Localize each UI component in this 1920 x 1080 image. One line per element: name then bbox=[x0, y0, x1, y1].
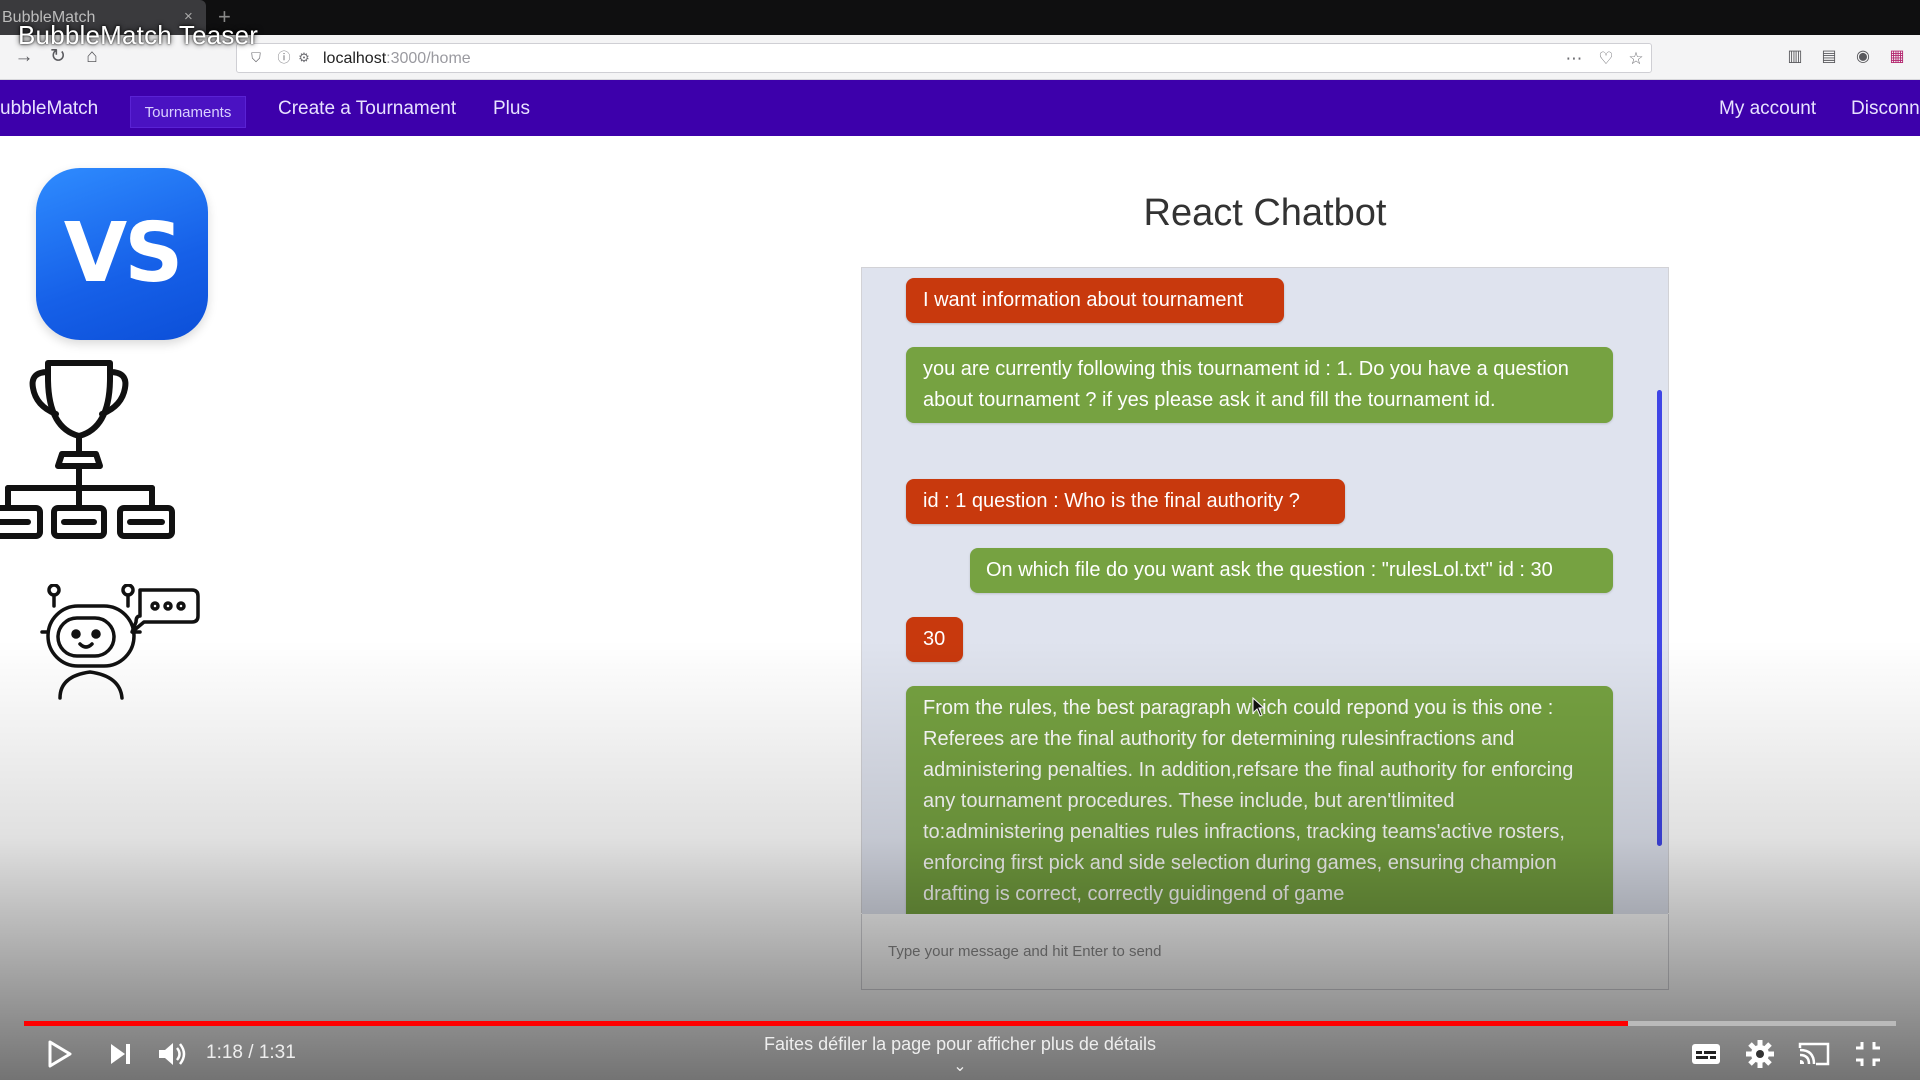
gear-icon[interactable] bbox=[1742, 1036, 1778, 1072]
chat-message-user: 30 bbox=[906, 617, 963, 662]
container-icon[interactable]: ▦ bbox=[1886, 46, 1908, 68]
chat-message-list[interactable]: I want information about tournament you … bbox=[862, 268, 1668, 914]
chatbot-icon bbox=[40, 584, 200, 700]
trophy-bracket-icon bbox=[0, 360, 175, 539]
exit-fullscreen-icon[interactable] bbox=[1850, 1036, 1886, 1072]
url-path: :3000/home bbox=[386, 50, 471, 67]
browser-toolbar: → ↻ ⌂ ⛉ ⓘ ⚙ localhost:3000/home ⋯ ♡ ☆ ▥ … bbox=[0, 35, 1920, 80]
sidebar-icon[interactable]: ▤ bbox=[1818, 46, 1840, 68]
url-text[interactable]: localhost:3000/home bbox=[323, 50, 471, 68]
play-icon[interactable] bbox=[40, 1036, 76, 1072]
more-icon[interactable]: ⋯ bbox=[1563, 48, 1585, 70]
mouse-cursor-icon bbox=[1252, 697, 1266, 717]
video-progress-bar[interactable] bbox=[24, 1021, 1896, 1026]
video-time: 1:18 / 1:31 bbox=[206, 1042, 296, 1063]
brand-link[interactable]: ubbleMatch bbox=[0, 98, 98, 120]
video-progress-fill bbox=[24, 1021, 1629, 1026]
pocket-icon[interactable]: ♡ bbox=[1595, 48, 1617, 70]
account-icon[interactable]: ◉ bbox=[1852, 46, 1874, 68]
scroll-hint: Faites défiler la page pour afficher plu… bbox=[764, 1034, 1156, 1054]
chatbot-title: React Chatbot bbox=[1143, 192, 1387, 234]
permissions-icon[interactable]: ⚙ bbox=[295, 49, 313, 67]
chevron-down-icon[interactable]: ⌄ bbox=[948, 1056, 972, 1076]
chat-message-bot: From the rules, the best paragraph which… bbox=[906, 686, 1613, 914]
nav-plus[interactable]: Plus bbox=[493, 98, 530, 120]
url-bar[interactable]: ⛉ ⓘ ⚙ localhost:3000/home ⋯ ♡ ☆ bbox=[236, 43, 1652, 73]
video-title[interactable]: BubbleMatch Teaser bbox=[18, 20, 258, 51]
chat-panel: I want information about tournament you … bbox=[861, 267, 1669, 914]
cast-icon[interactable] bbox=[1796, 1036, 1832, 1072]
vs-badge: VS bbox=[36, 168, 208, 340]
chat-message-input[interactable] bbox=[861, 914, 1669, 990]
next-icon[interactable] bbox=[102, 1036, 138, 1072]
nav-disconnect[interactable]: Disconn bbox=[1851, 98, 1920, 120]
nav-create-tournament[interactable]: Create a Tournament bbox=[278, 98, 456, 120]
info-icon[interactable]: ⓘ bbox=[275, 49, 293, 67]
url-host: localhost bbox=[323, 50, 387, 67]
star-icon[interactable]: ☆ bbox=[1625, 48, 1647, 70]
browser-tabstrip: BubbleMatch × + bbox=[0, 0, 1920, 35]
chat-message-user: id : 1 question : Who is the final autho… bbox=[906, 479, 1345, 524]
library-icon[interactable]: ▥ bbox=[1784, 46, 1806, 68]
shield-icon[interactable]: ⛉ bbox=[247, 49, 265, 67]
chat-message-bot: On which file do you want ask the questi… bbox=[970, 548, 1613, 593]
app-navbar: ubbleMatch Tournaments Create a Tourname… bbox=[0, 80, 1920, 136]
chat-scrollbar[interactable] bbox=[1657, 390, 1662, 846]
subtitles-icon[interactable] bbox=[1688, 1036, 1724, 1072]
nav-my-account[interactable]: My account bbox=[1719, 98, 1816, 120]
chat-message-bot: you are currently following this tournam… bbox=[906, 347, 1613, 423]
nav-tournaments[interactable]: Tournaments bbox=[130, 96, 246, 128]
chat-message-user: I want information about tournament bbox=[906, 278, 1284, 323]
volume-icon[interactable] bbox=[154, 1036, 190, 1072]
